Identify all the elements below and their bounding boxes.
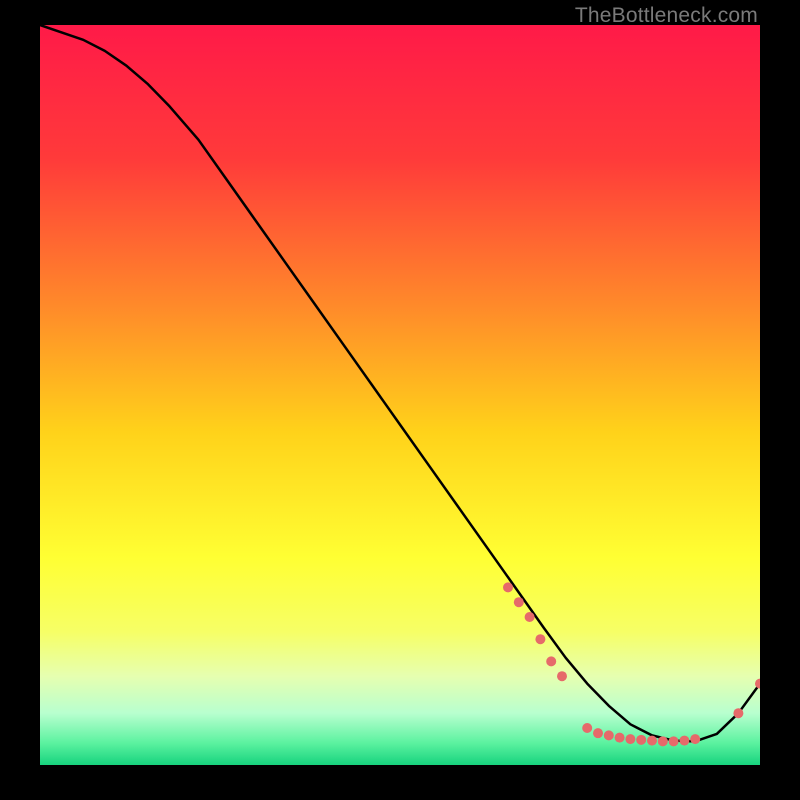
chart-stage: TheBottleneck.com [0, 0, 800, 800]
chart-plot-area [40, 25, 760, 765]
chart-background [40, 25, 760, 765]
data-point [690, 734, 700, 744]
data-point [625, 734, 635, 744]
data-point [525, 612, 535, 622]
data-point [557, 671, 567, 681]
data-point [514, 597, 524, 607]
data-point [615, 733, 625, 743]
chart-svg [40, 25, 760, 765]
data-point [535, 634, 545, 644]
data-point [733, 708, 743, 718]
data-point [647, 736, 657, 746]
data-point [593, 728, 603, 738]
data-point [546, 656, 556, 666]
data-point [658, 736, 668, 746]
data-point [636, 735, 646, 745]
data-point [582, 723, 592, 733]
data-point [604, 730, 614, 740]
data-point [669, 736, 679, 746]
data-point [503, 582, 513, 592]
data-point [679, 736, 689, 746]
